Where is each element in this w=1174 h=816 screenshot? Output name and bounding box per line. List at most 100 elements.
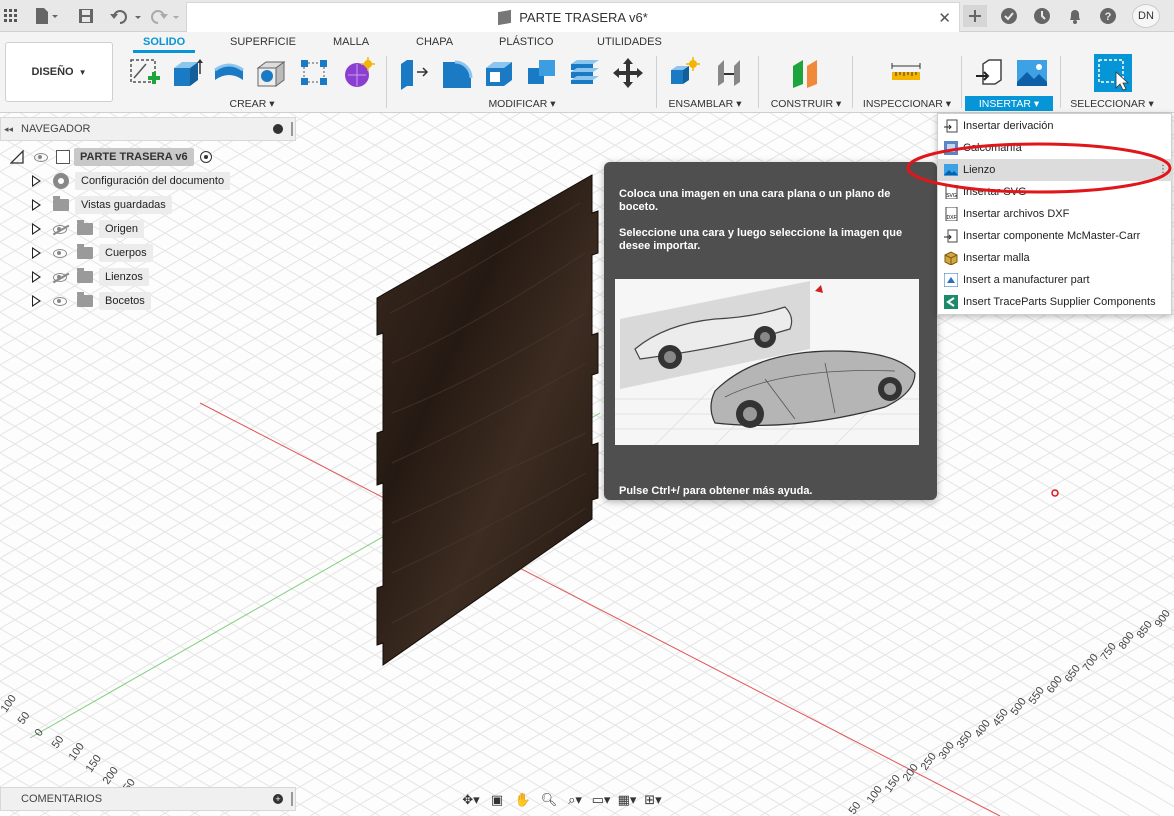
tree-root-row[interactable]: PARTE TRASERA v6	[10, 147, 225, 167]
tree-item-vistas[interactable]: Vistas guardadas	[32, 195, 172, 215]
insert-derive-icon	[944, 119, 958, 133]
measure-icon[interactable]	[889, 56, 923, 90]
activate-radio-icon[interactable]	[199, 151, 212, 163]
menu-item-traceparts[interactable]: Insert TraceParts Supplier Components	[938, 291, 1173, 313]
offset-plane-icon[interactable]	[789, 56, 823, 90]
browser-navigator: ◂◂ NAVEGADOR PARTE TRASERA v6 Configurac…	[0, 117, 296, 313]
expand-arrow-icon[interactable]	[32, 175, 41, 187]
insert-derive-icon[interactable]	[973, 56, 1007, 90]
visibility-eye-icon[interactable]	[34, 152, 48, 162]
hole-icon[interactable]	[254, 56, 288, 90]
panel-grip-icon[interactable]	[291, 122, 293, 136]
viewports-icon[interactable]: ⊞▾	[642, 791, 664, 809]
chamfer-icon[interactable]	[482, 56, 516, 90]
ruler-tick-label: 500	[1009, 696, 1029, 718]
press-pull-icon[interactable]	[397, 56, 431, 90]
tab-solido[interactable]: SOLIDO	[132, 36, 196, 53]
expand-arrow-icon[interactable]	[32, 223, 41, 235]
fillet-icon[interactable]	[440, 56, 474, 90]
tab-plastico[interactable]: PLÁSTICO	[499, 36, 553, 48]
expand-arrow-icon[interactable]	[32, 247, 41, 259]
add-comment-icon[interactable]: +	[273, 794, 283, 804]
apps-grid-icon[interactable]	[2, 6, 20, 26]
menu-item-manufacturer-part[interactable]: Insert a manufacturer part	[938, 269, 1173, 291]
navigator-header[interactable]: ◂◂ NAVEGADOR	[0, 117, 296, 141]
zoom-window-icon[interactable]: ⌕▾	[564, 791, 586, 809]
tab-utilidades[interactable]: UTILIDADES	[597, 36, 662, 48]
select-tool-icon[interactable]	[1094, 54, 1132, 92]
file-menu-icon[interactable]	[32, 6, 62, 26]
combine-icon[interactable]	[525, 56, 559, 90]
panel-minimize-icon[interactable]	[273, 124, 283, 134]
group-label-construir[interactable]: CONSTRUIR ▾	[768, 96, 844, 111]
undo-icon[interactable]	[108, 6, 144, 26]
display-settings-icon[interactable]: ▭▾	[590, 791, 612, 809]
redo-icon[interactable]	[146, 6, 182, 26]
close-tab-icon[interactable]: ✕	[938, 9, 951, 27]
create-sketch-icon[interactable]	[128, 56, 162, 90]
group-label-ensamblar[interactable]: ENSAMBLAR ▾	[664, 96, 746, 111]
insert-canvas-icon[interactable]	[1015, 56, 1049, 90]
comments-panel[interactable]: COMENTARIOS +	[0, 787, 296, 811]
user-avatar[interactable]: DN	[1132, 4, 1160, 28]
document-title: PARTE TRASERA v6*	[519, 10, 648, 25]
group-label-modificar[interactable]: MODIFICAR ▾	[482, 96, 562, 111]
expand-arrow-icon[interactable]	[32, 199, 41, 211]
menu-item-insertar-derivacion[interactable]: Insertar derivación	[938, 115, 1173, 137]
component-icon	[498, 9, 512, 26]
ruler-tick-label: 800	[1117, 630, 1137, 652]
tree-item-bocetos[interactable]: Bocetos	[32, 291, 151, 311]
group-label-seleccionar[interactable]: SELECCIONAR ▾	[1068, 96, 1156, 111]
zoom-icon[interactable]: 🔍︎	[538, 791, 560, 809]
tree-item-configuracion[interactable]: Configuración del documento	[32, 171, 231, 191]
help-icon[interactable]: ?	[1097, 6, 1119, 26]
visibility-eye-hidden-icon[interactable]	[53, 272, 67, 282]
grid-settings-icon[interactable]: ▦▾	[616, 791, 638, 809]
visibility-eye-icon[interactable]	[53, 296, 67, 306]
visibility-eye-icon[interactable]	[53, 248, 67, 258]
shell-icon[interactable]	[568, 56, 602, 90]
collapse-triangle-icon[interactable]	[10, 150, 24, 164]
tooltip-preview-image	[615, 279, 919, 446]
group-label-crear[interactable]: CREAR ▾	[212, 96, 292, 111]
pattern-icon[interactable]	[298, 56, 332, 90]
tree-item-cuerpos[interactable]: Cuerpos	[32, 243, 153, 263]
tab-malla[interactable]: MALLA	[333, 36, 369, 48]
group-ensamblar-text: ENSAMBLAR	[668, 97, 734, 110]
notifications-bell-icon[interactable]	[1064, 6, 1086, 26]
joint-icon[interactable]	[712, 56, 746, 90]
group-crear-text: CREAR	[229, 97, 267, 110]
menu-item-insertar-dxf[interactable]: DXF Insertar archivos DXF	[938, 203, 1173, 225]
tab-superficie[interactable]: SUPERFICIE	[230, 36, 296, 48]
tab-chapa[interactable]: CHAPA	[416, 36, 453, 48]
create-form-icon[interactable]	[342, 56, 376, 90]
menu-item-insertar-malla[interactable]: Insertar malla	[938, 247, 1173, 269]
visibility-eye-hidden-icon[interactable]	[53, 224, 67, 234]
panel-grip-icon[interactable]	[291, 792, 293, 806]
move-copy-icon[interactable]	[611, 56, 645, 90]
group-label-inspeccionar[interactable]: INSPECCIONAR ▾	[862, 96, 952, 111]
group-label-insertar[interactable]: INSERTAR ▾	[965, 96, 1053, 111]
menu-item-mcmaster[interactable]: Insertar componente McMaster-Carr	[938, 225, 1173, 247]
orbit-icon[interactable]: ✥▾	[460, 791, 482, 809]
chevron-down-icon: ▼	[78, 67, 87, 77]
data-panel-icon[interactable]	[998, 6, 1020, 26]
collapse-panel-icon[interactable]: ◂◂	[4, 124, 13, 135]
tree-item-origen[interactable]: Origen	[32, 219, 145, 239]
workspace-switcher[interactable]: DISEÑO ▼	[5, 42, 113, 102]
job-status-icon[interactable]	[1031, 6, 1053, 26]
new-component-icon[interactable]	[668, 56, 702, 90]
expand-arrow-icon[interactable]	[32, 271, 41, 283]
annotation-highlight-ellipse	[906, 142, 1172, 194]
revolve-icon[interactable]	[212, 56, 246, 90]
look-at-icon[interactable]: ▣	[486, 791, 508, 809]
group-seleccionar-text: SELECCIONAR	[1070, 97, 1146, 110]
document-tab[interactable]: PARTE TRASERA v6* ✕	[186, 2, 960, 32]
expand-arrow-icon[interactable]	[32, 295, 41, 307]
extrude-icon[interactable]	[170, 56, 204, 90]
pan-hand-icon[interactable]: ✋	[512, 791, 534, 809]
save-icon[interactable]	[76, 6, 96, 26]
tree-item-lienzos[interactable]: Lienzos	[32, 267, 149, 287]
new-tab-button[interactable]	[963, 5, 987, 27]
tree-item-label: Lienzos	[99, 268, 149, 286]
